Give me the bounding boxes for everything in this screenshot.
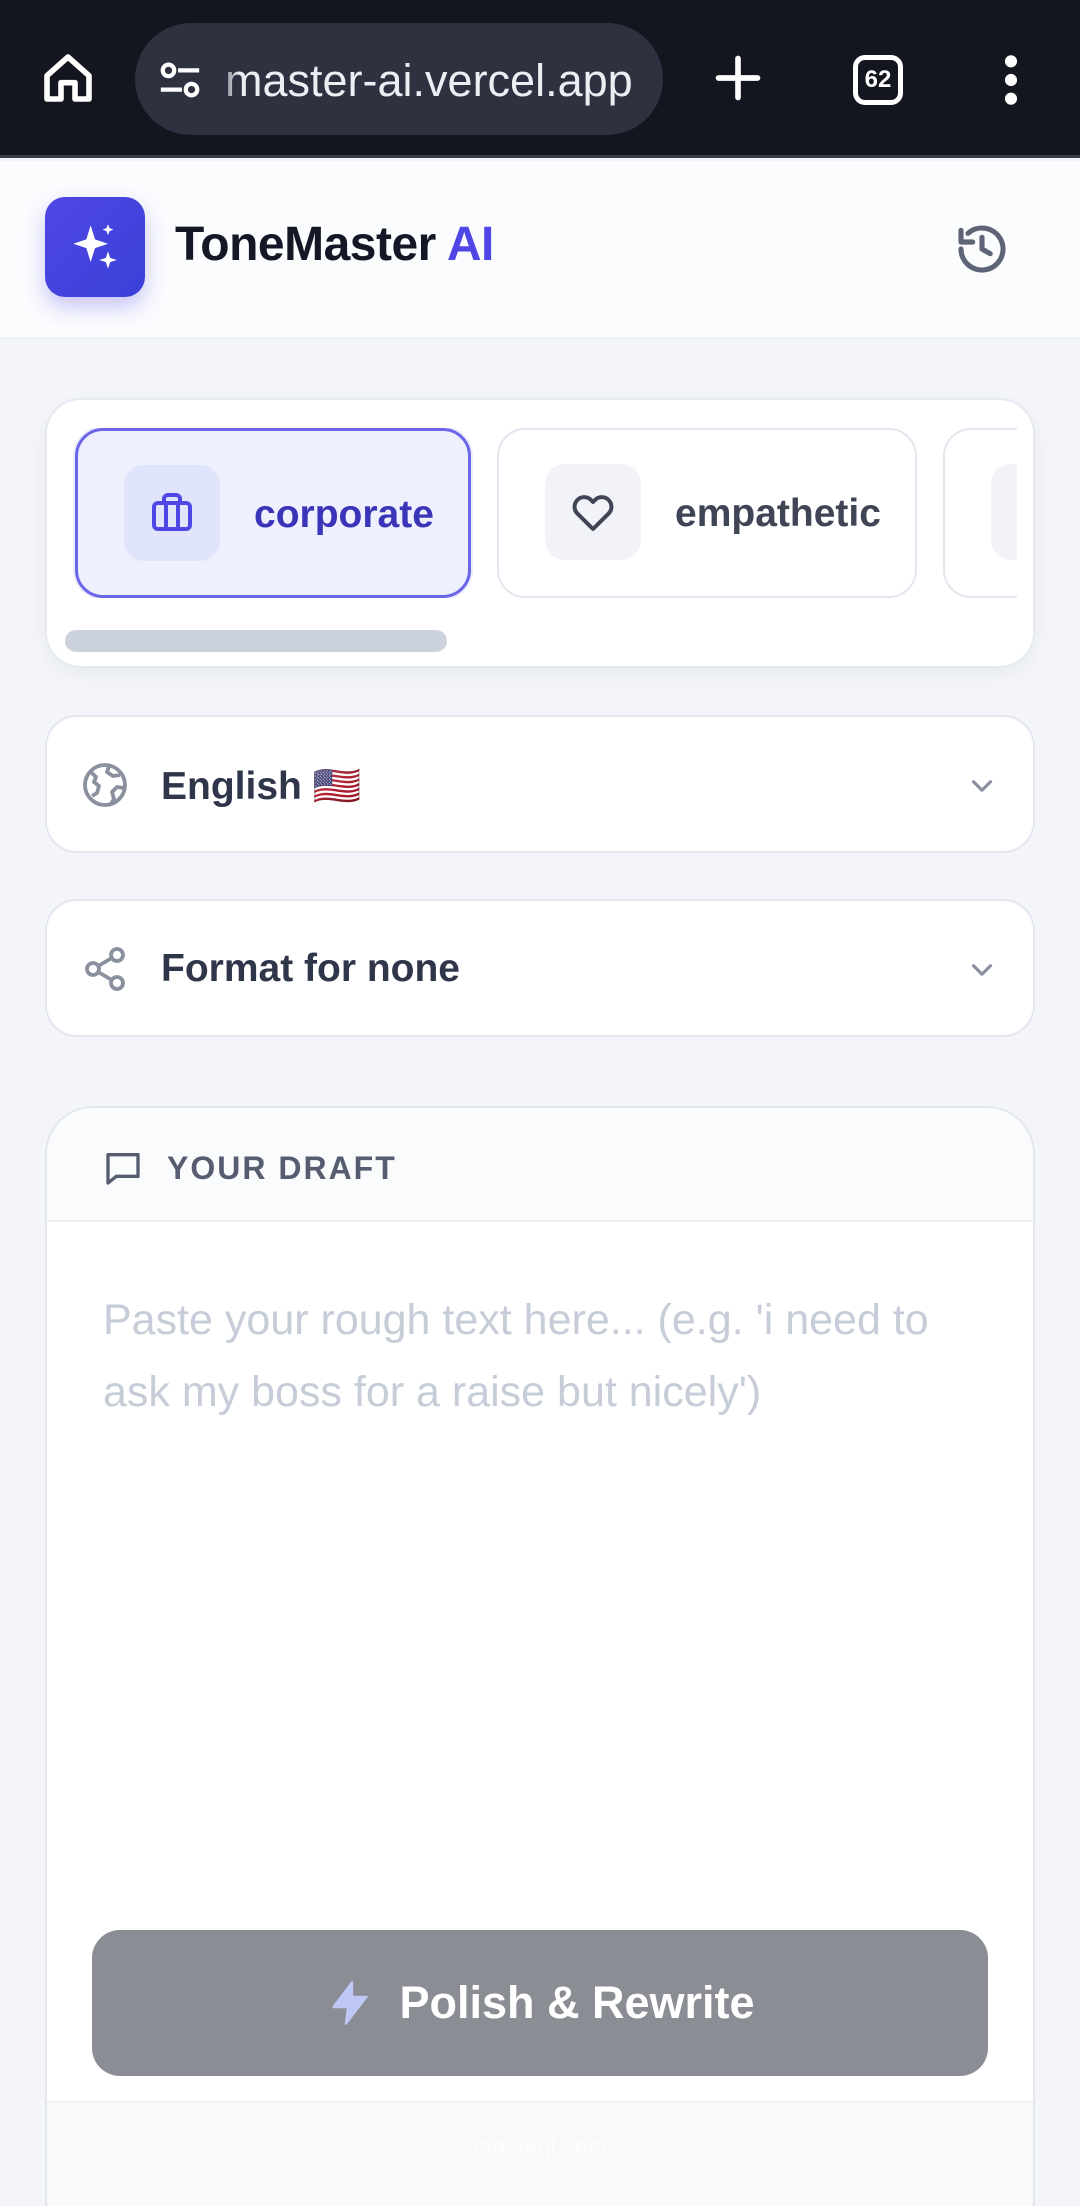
- watermark: mostaql.com: [472, 2133, 608, 2158]
- sparkles-icon: [73, 224, 117, 269]
- tone-option-corporate[interactable]: corporate: [75, 428, 471, 598]
- tone-icon-box: [991, 464, 1017, 560]
- tone-icon-box: [545, 464, 641, 560]
- url-text: master-ai.vercel.app: [225, 55, 633, 106]
- brand-name: ToneMaster: [175, 218, 436, 271]
- chevron-down-icon: [971, 780, 993, 792]
- app-header: ToneMaster AI: [0, 161, 1080, 339]
- site-settings-icon[interactable]: [157, 57, 203, 103]
- polish-rewrite-label: Polish & Rewrite: [399, 1977, 755, 2028]
- tone-option-partial[interactable]: [943, 428, 1017, 598]
- language-value: English 🇺🇸: [161, 765, 362, 808]
- app-logo: [45, 197, 145, 297]
- brand-accent: AI: [446, 218, 495, 271]
- tone-icon-box: [124, 465, 220, 561]
- tone-scrollbar[interactable]: [65, 630, 447, 652]
- format-value: Format for none: [161, 947, 460, 990]
- format-select[interactable]: Format for none: [45, 899, 1035, 1037]
- tone-scroll-area[interactable]: corporate empathetic: [73, 428, 1017, 598]
- app-title: ToneMaster AI: [175, 217, 494, 272]
- draft-header: YOUR DRAFT: [47, 1108, 1033, 1222]
- share-icon: [85, 947, 125, 991]
- tone-option-empathetic[interactable]: empathetic: [497, 428, 917, 598]
- lightning-icon: [332, 1981, 369, 2025]
- browser-toolbar: master-ai.vercel.app 62: [0, 0, 1080, 158]
- language-select[interactable]: English 🇺🇸: [45, 715, 1035, 853]
- tab-switcher-button[interactable]: 62: [853, 55, 903, 105]
- more-menu-icon[interactable]: [995, 52, 1027, 108]
- briefcase-icon: [152, 493, 192, 531]
- message-square-icon: [106, 1153, 140, 1185]
- home-icon[interactable]: [40, 50, 96, 106]
- tone-label: empathetic: [675, 492, 881, 535]
- draft-title: YOUR DRAFT: [167, 1150, 397, 1186]
- history-icon[interactable]: [954, 221, 1010, 277]
- tone-selector: corporate empathetic: [45, 398, 1035, 668]
- address-bar[interactable]: master-ai.vercel.app: [135, 23, 663, 135]
- polish-rewrite-button[interactable]: Polish & Rewrite: [92, 1930, 988, 2076]
- new-tab-icon[interactable]: [712, 52, 764, 104]
- url-fade: [213, 23, 239, 135]
- globe-icon: [83, 763, 127, 807]
- chevron-down-icon: [971, 964, 993, 976]
- tone-label: corporate: [254, 493, 434, 536]
- heart-icon: [572, 495, 614, 531]
